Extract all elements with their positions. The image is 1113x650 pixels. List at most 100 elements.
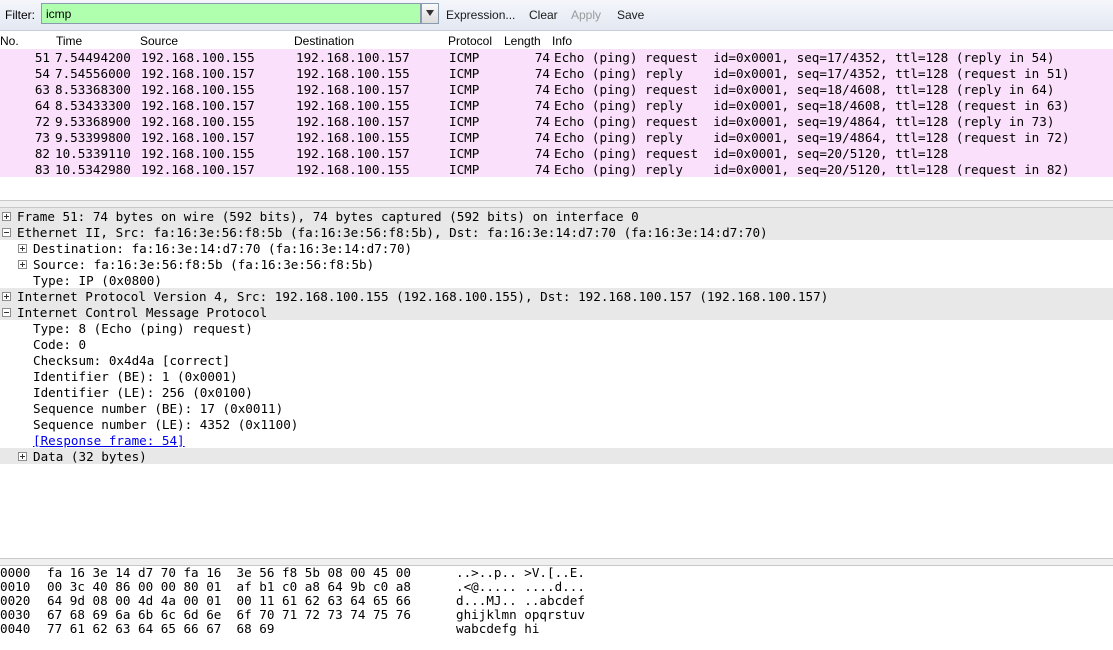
packet-details-tree: Frame 51: 74 bytes on wire (592 bits), 7… <box>0 208 1113 464</box>
detail-item[interactable]: Sequence number (BE): 17 (0x0011) <box>0 400 1113 416</box>
collapse-icon[interactable] <box>2 228 11 237</box>
collapse-icon[interactable] <box>2 308 11 317</box>
column-header-destination[interactable]: Destination <box>294 34 354 48</box>
column-header-info[interactable]: Info <box>552 34 572 48</box>
packet-row[interactable]: 54 7.54556000 192.168.100.157 192.168.100.1… <box>0 65 1113 81</box>
packet-cell-info: Echo (ping) reply id=0x0001, seq=18/4608… <box>554 98 1070 113</box>
hex-ascii[interactable]: ..>..p.. >V.[..E. <box>456 566 585 580</box>
packet-bytes-pane: 0000 fa 16 3e 14 d7 70 fa 16 3e 56 f8 5b … <box>0 566 1113 636</box>
detail-item-text: Identifier (LE): 256 (0x0100) <box>33 385 253 400</box>
expand-icon[interactable] <box>18 452 27 461</box>
packet-cell-src: 192.168.100.157 <box>141 162 255 177</box>
packet-cell-src: 192.168.100.155 <box>141 146 255 161</box>
hex-row: 0000 fa 16 3e 14 d7 70 fa 16 3e 56 f8 5b … <box>0 566 1113 580</box>
packet-cell-dst: 192.168.100.155 <box>296 98 410 113</box>
filter-input[interactable] <box>41 3 421 24</box>
packet-cell-src: 192.168.100.155 <box>141 82 255 97</box>
packet-cell-src: 192.168.100.157 <box>141 130 255 145</box>
expression-button[interactable]: Expression... <box>446 8 515 22</box>
chevron-down-icon <box>426 10 434 16</box>
detail-item[interactable]: Frame 51: 74 bytes on wire (592 bits), 7… <box>0 208 1113 224</box>
expand-icon[interactable] <box>2 292 11 301</box>
hex-bytes[interactable]: 77 61 62 63 64 65 66 67 68 69 <box>47 622 274 636</box>
packet-row[interactable]: 83 10.5342980 192.168.100.157 192.168.100.1… <box>0 161 1113 177</box>
detail-item[interactable]: Code: 0 <box>0 336 1113 352</box>
hex-offset: 0020 <box>0 593 31 608</box>
clear-button[interactable]: Clear <box>529 8 558 22</box>
packet-row[interactable]: 82 10.5339110 192.168.100.155 192.168.100.1… <box>0 145 1113 161</box>
packet-cell-proto: ICMP <box>449 82 480 97</box>
response-frame-link[interactable]: [Response frame: 54] <box>33 433 185 448</box>
packet-cell-no: 51 <box>34 50 50 65</box>
detail-item[interactable]: Sequence number (LE): 4352 (0x1100) <box>0 416 1113 432</box>
expand-icon[interactable] <box>18 244 27 253</box>
packet-list-header: No. Time Source Destination Protocol Len… <box>0 33 1113 50</box>
column-header-time[interactable]: Time <box>56 34 82 48</box>
detail-item-text: Type: 8 (Echo (ping) request) <box>33 321 253 336</box>
detail-item-text: Sequence number (LE): 4352 (0x1100) <box>33 417 299 432</box>
column-header-source[interactable]: Source <box>140 34 178 48</box>
packet-cell-time: 9.53368900 <box>55 114 131 129</box>
column-header-no[interactable]: No. <box>0 34 19 48</box>
expand-icon[interactable] <box>2 212 11 221</box>
packet-cell-proto: ICMP <box>449 146 480 161</box>
detail-item[interactable]: Source: fa:16:3e:56:f8:5b (fa:16:3e:56:f… <box>0 256 1113 272</box>
packet-cell-info: Echo (ping) reply id=0x0001, seq=17/4352… <box>554 66 1070 81</box>
packet-cell-no: 82 <box>34 146 50 161</box>
packet-cell-len: 74 <box>534 50 550 65</box>
detail-item[interactable]: Internet Control Message Protocol <box>0 304 1113 320</box>
packet-row[interactable]: 63 8.53368300 192.168.100.155 192.168.100.1… <box>0 81 1113 97</box>
detail-item[interactable]: Type: 8 (Echo (ping) request) <box>0 320 1113 336</box>
packet-cell-no: 54 <box>34 66 50 81</box>
hex-bytes[interactable]: 64 9d 08 00 4d 4a 00 01 00 11 61 62 63 6… <box>47 594 411 608</box>
detail-item-text: Internet Protocol Version 4, Src: 192.16… <box>17 289 829 304</box>
packet-cell-proto: ICMP <box>449 114 480 129</box>
apply-button[interactable]: Apply <box>571 8 601 22</box>
packet-cell-len: 74 <box>534 82 550 97</box>
detail-item[interactable]: Checksum: 0x4d4a [correct] <box>0 352 1113 368</box>
packet-cell-dst: 192.168.100.157 <box>296 50 410 65</box>
detail-item[interactable]: Identifier (BE): 1 (0x0001) <box>0 368 1113 384</box>
packet-row[interactable]: 64 8.53433300 192.168.100.157 192.168.100.1… <box>0 97 1113 113</box>
detail-item-text: Ethernet II, Src: fa:16:3e:56:f8:5b (fa:… <box>17 225 768 240</box>
column-header-length[interactable]: Length <box>504 34 541 48</box>
packet-cell-no: 72 <box>34 114 50 129</box>
packet-cell-info: Echo (ping) request id=0x0001, seq=18/46… <box>554 82 1055 97</box>
detail-item[interactable]: Internet Protocol Version 4, Src: 192.16… <box>0 288 1113 304</box>
hex-bytes[interactable]: fa 16 3e 14 d7 70 fa 16 3e 56 f8 5b 08 0… <box>47 566 411 580</box>
packet-cell-no: 64 <box>34 98 50 113</box>
hex-bytes[interactable]: 67 68 69 6a 6b 6c 6d 6e 6f 70 71 72 73 7… <box>47 608 411 622</box>
packet-cell-dst: 192.168.100.155 <box>296 130 410 145</box>
hex-ascii[interactable]: wabcdefg hi <box>456 622 539 636</box>
detail-item[interactable]: Destination: fa:16:3e:14:d7:70 (fa:16:3e… <box>0 240 1113 256</box>
packet-cell-dst: 192.168.100.157 <box>296 82 410 97</box>
expand-icon[interactable] <box>18 260 27 269</box>
hex-ascii[interactable]: d...MJ.. ..abcdef <box>456 594 585 608</box>
packet-cell-no: 73 <box>34 130 50 145</box>
packet-cell-time: 10.5339110 <box>55 146 131 161</box>
packet-row[interactable]: 51 7.54494200 192.168.100.155 192.168.100.1… <box>0 49 1113 65</box>
hex-ascii[interactable]: ghijklmn opqrstuv <box>456 608 585 622</box>
packet-row[interactable]: 72 9.53368900 192.168.100.155 192.168.100.1… <box>0 113 1113 129</box>
hex-ascii[interactable]: .<@..... ....d... <box>456 580 585 594</box>
filter-dropdown-button[interactable] <box>421 3 439 24</box>
hex-offset: 0030 <box>0 607 31 622</box>
hex-bytes[interactable]: 00 3c 40 86 00 00 80 01 af b1 c0 a8 64 9… <box>47 580 411 594</box>
packet-cell-proto: ICMP <box>449 162 480 177</box>
save-button[interactable]: Save <box>617 8 644 22</box>
detail-item[interactable]: Data (32 bytes) <box>0 448 1113 464</box>
detail-item[interactable]: Identifier (LE): 256 (0x0100) <box>0 384 1113 400</box>
packet-cell-len: 74 <box>534 162 550 177</box>
detail-item[interactable]: Type: IP (0x0800) <box>0 272 1113 288</box>
pane-splitter-top[interactable] <box>0 200 1113 208</box>
packet-row[interactable]: 73 9.53399800 192.168.100.157 192.168.100.1… <box>0 129 1113 145</box>
packet-cell-info: Echo (ping) request id=0x0001, seq=19/48… <box>554 114 1055 129</box>
filter-toolbar: Filter: Expression... Clear Apply Save <box>0 0 1113 31</box>
detail-item[interactable]: Ethernet II, Src: fa:16:3e:56:f8:5b (fa:… <box>0 224 1113 240</box>
packet-cell-proto: ICMP <box>449 50 480 65</box>
packet-cell-info: Echo (ping) request id=0x0001, seq=17/43… <box>554 50 1055 65</box>
column-header-protocol[interactable]: Protocol <box>448 34 492 48</box>
detail-item-text: Type: IP (0x0800) <box>33 273 162 288</box>
detail-item[interactable]: [Response frame: 54] <box>0 432 1113 448</box>
packet-cell-time: 8.53433300 <box>55 98 131 113</box>
